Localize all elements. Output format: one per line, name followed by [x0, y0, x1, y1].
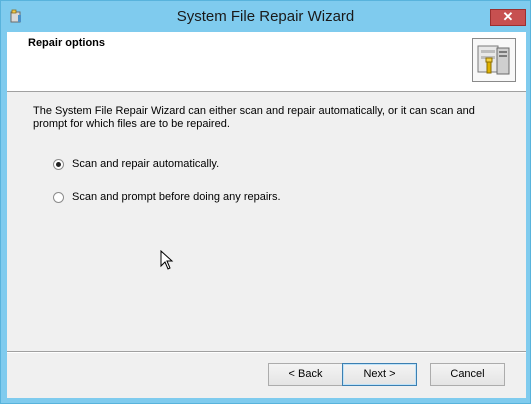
- cancel-button[interactable]: Cancel: [430, 363, 505, 386]
- radio-selected-dot: [56, 161, 61, 167]
- wizard-window: System File Repair Wizard ✕ Repair optio…: [0, 0, 531, 404]
- wizard-client-area: Repair options The System File Repair Wi…: [7, 32, 526, 398]
- page-title: Repair options: [28, 37, 106, 49]
- wizard-header: Repair options: [7, 32, 526, 92]
- option-label: Scan and prompt before doing any repairs…: [72, 191, 281, 203]
- back-button[interactable]: < Back: [268, 363, 343, 386]
- mouse-cursor-icon: [160, 250, 174, 270]
- description-text: The System File Repair Wizard can either…: [33, 105, 475, 130]
- wizard-header-image: [472, 38, 516, 82]
- button-divider: [7, 351, 526, 353]
- close-icon: ✕: [502, 9, 514, 24]
- option-scan-prompt[interactable]: Scan and prompt before doing any repairs…: [53, 191, 281, 203]
- radio-button[interactable]: [53, 191, 64, 203]
- close-button[interactable]: ✕: [490, 9, 526, 26]
- option-label: Scan and repair automatically.: [72, 158, 220, 170]
- window-title: System File Repair Wizard: [176, 8, 355, 25]
- next-button[interactable]: Next >: [342, 363, 417, 386]
- radio-button[interactable]: [53, 158, 64, 170]
- title-bar: System File Repair Wizard ✕: [1, 1, 530, 32]
- option-scan-repair-auto[interactable]: Scan and repair automatically.: [53, 158, 219, 170]
- computer-repair-icon: [477, 45, 510, 75]
